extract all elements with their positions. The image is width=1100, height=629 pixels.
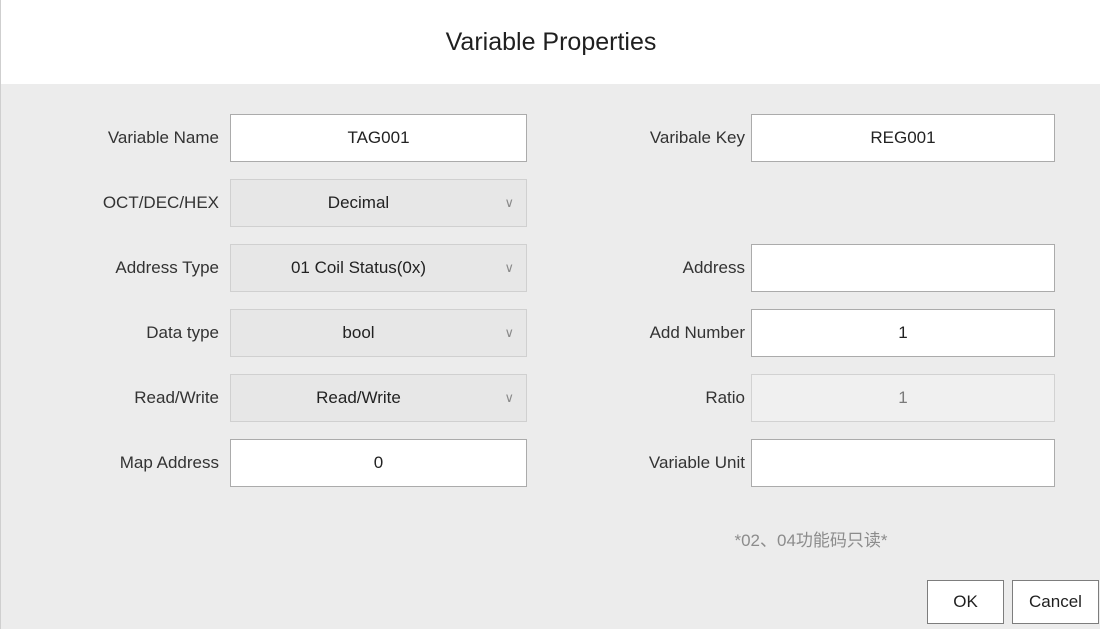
address-type-label: Address Type	[115, 258, 219, 277]
dialog-title: Variable Properties	[1, 0, 1100, 84]
chevron-down-icon: ∨	[504, 195, 514, 210]
data-type-select[interactable]: bool ∨	[230, 309, 527, 357]
add-number-label: Add Number	[649, 323, 745, 342]
variable-unit-input[interactable]	[751, 439, 1055, 487]
map-address-input[interactable]	[230, 439, 527, 487]
address-input[interactable]	[751, 244, 1055, 292]
add-number-input[interactable]	[751, 309, 1055, 357]
read-only-note: *02、04功能码只读*	[734, 531, 888, 550]
number-format-label: OCT/DEC/HEX	[102, 193, 219, 212]
number-format-value: Decimal	[327, 193, 390, 212]
variable-unit-label: Variable Unit	[648, 453, 745, 472]
address-type-value: 01 Coil Status(0x)	[290, 258, 427, 277]
ratio-label: Ratio	[705, 388, 745, 407]
variable-key-input[interactable]	[751, 114, 1055, 162]
variable-key-label: Varibale Key	[649, 128, 745, 147]
number-format-select[interactable]: Decimal ∨	[230, 179, 527, 227]
address-type-select[interactable]: 01 Coil Status(0x) ∨	[230, 244, 527, 292]
ok-button[interactable]: OK	[927, 580, 1004, 624]
data-type-value: bool	[342, 323, 375, 342]
data-type-label: Data type	[146, 323, 219, 342]
address-label: Address	[682, 258, 745, 277]
cancel-button[interactable]: Cancel	[1012, 580, 1099, 624]
chevron-down-icon: ∨	[504, 325, 514, 340]
read-write-value: Read/Write	[316, 388, 401, 407]
variable-name-label: Variable Name	[107, 128, 219, 147]
read-write-label: Read/Write	[134, 388, 219, 407]
variable-name-input[interactable]	[230, 114, 527, 162]
read-write-select[interactable]: Read/Write ∨	[230, 374, 527, 422]
chevron-down-icon: ∨	[504, 260, 514, 275]
ratio-input	[751, 374, 1055, 422]
map-address-label: Map Address	[119, 453, 219, 472]
chevron-down-icon: ∨	[504, 390, 514, 405]
variable-properties-dialog: Variable Properties Variable Name Variba…	[0, 0, 1100, 629]
